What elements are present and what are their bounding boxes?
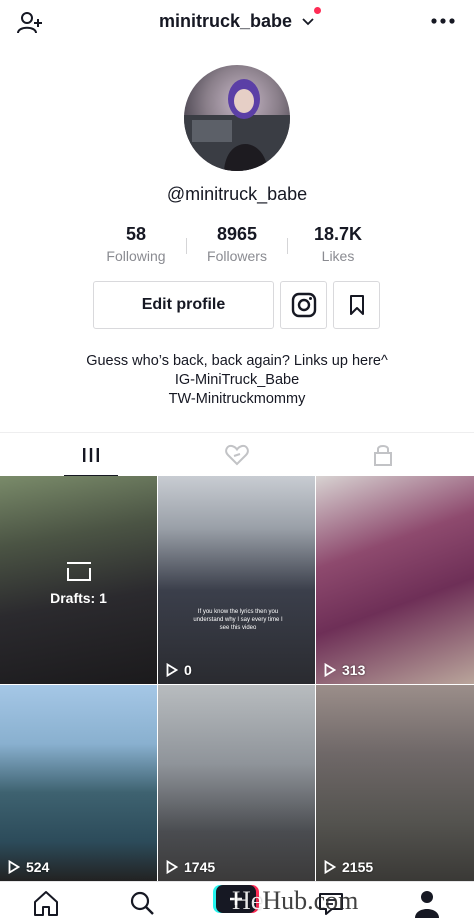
profile-tabs [0,432,474,477]
drafts-folder-icon [66,562,91,581]
avatar-image [184,79,290,171]
view-count-value: 2155 [342,859,374,875]
bio-line: IG-MiniTruck_Babe [174,372,300,388]
watermark-part1: He [232,886,263,915]
likes-stat[interactable]: 18.7K Likes [288,224,388,268]
bookmark-icon [349,295,364,315]
followers-label: Followers [207,248,267,264]
play-icon [324,860,336,874]
bio-line: Guess who’s back, back again? Links up h… [86,353,388,369]
discover-icon[interactable] [127,888,157,918]
video-tile[interactable]: 313 [316,476,474,684]
notification-dot [314,7,321,14]
avatar[interactable] [184,65,290,171]
bio-line: TW-Minitruckmommy [168,391,306,407]
following-label: Following [106,248,166,264]
liked-heart-icon[interactable] [222,441,252,469]
video-tile[interactable]: If you know the lyrics then you understa… [158,476,315,684]
likes-label: Likes [321,248,355,264]
view-count-value: 0 [184,662,192,678]
favorites-button[interactable] [333,281,380,329]
profile-bio: Guess who’s back, back again? Links up h… [0,352,474,409]
following-count: 58 [125,224,147,244]
followers-stat[interactable]: 8965 Followers [187,224,287,268]
profile-handle: @minitruck_babe [166,184,308,204]
following-stat[interactable]: 58 Following [86,224,186,268]
video-caption: If you know the lyrics then you understa… [193,609,283,631]
chevron-down-icon [302,18,314,26]
followers-count: 8965 [216,224,258,244]
video-grid: Drafts: 1 If you know the lyrics then yo… [0,476,474,881]
view-count-value: 1745 [184,859,216,875]
drafts-label: Drafts: 1 [50,590,107,606]
instagram-button[interactable] [280,281,327,329]
view-count-value: 524 [26,859,50,875]
play-icon [8,860,20,874]
video-tile[interactable]: 2155 [316,685,474,881]
profile-stats: 58 Following 8965 Followers 18.7K Likes [86,224,388,268]
video-tile[interactable]: 524 [0,685,157,881]
page-title: minitruck_babe [158,11,293,31]
view-count: 313 [324,662,365,678]
account-switcher[interactable]: minitruck_babe [0,11,474,32]
edit-profile-button[interactable]: Edit profile [93,281,274,329]
view-count: 524 [8,859,49,875]
view-count: 0 [166,662,192,678]
watermark-part2: Hub.com [262,886,359,915]
likes-count: 18.7K [313,224,363,244]
ellipsis-icon[interactable] [428,9,458,33]
home-icon[interactable] [31,888,61,918]
view-count-value: 313 [342,662,366,678]
drafts-tile[interactable]: Drafts: 1 [0,476,157,684]
instagram-icon [291,292,316,318]
lock-icon[interactable] [368,441,398,469]
profile-icon[interactable] [412,888,442,918]
site-watermark: HeHub.com [232,886,358,916]
grid-icon[interactable] [76,441,106,469]
play-icon [324,663,336,677]
view-count: 2155 [324,859,373,875]
video-tile[interactable]: 1745 [158,685,315,881]
drafts-overlay: Drafts: 1 [0,560,157,606]
view-count: 1745 [166,859,215,875]
play-icon [166,663,178,677]
top-bar: minitruck_babe [0,0,474,44]
play-icon [166,860,178,874]
